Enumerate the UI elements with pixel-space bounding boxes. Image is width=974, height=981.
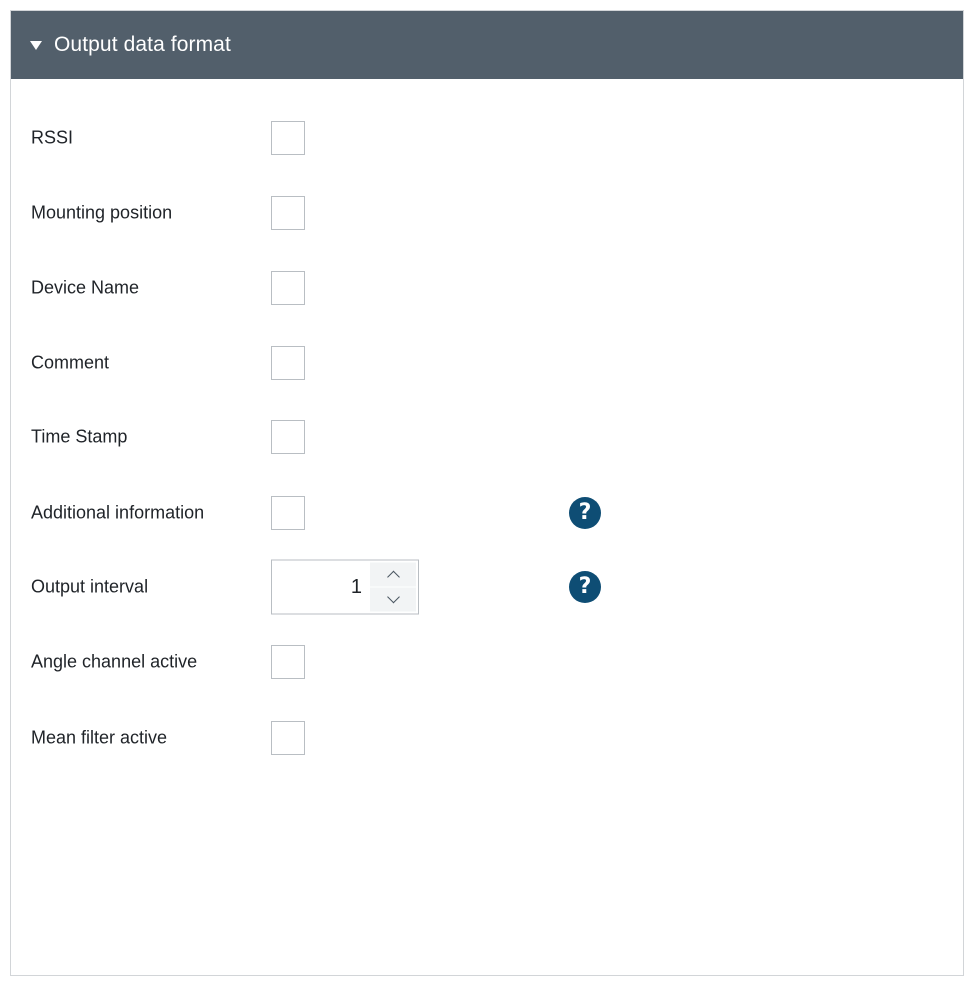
rssi-checkbox[interactable]	[271, 121, 305, 155]
time-stamp-row: Time Stamp	[11, 415, 963, 459]
angle-channel-active-row: Angle channel active	[11, 640, 963, 684]
additional-information-label: Additional information	[31, 502, 205, 523]
panel-title: Output data format	[54, 33, 231, 56]
chevron-down-icon	[386, 590, 400, 604]
mounting-position-label: Mounting position	[31, 202, 173, 223]
additional-information-checkbox[interactable]	[271, 496, 305, 530]
mean-filter-active-label: Mean filter active	[31, 727, 168, 748]
chevron-up-icon	[386, 570, 400, 584]
mounting-position-row: Mounting position	[11, 191, 963, 235]
output-interval-stepper[interactable]: 1	[271, 559, 419, 615]
angle-channel-active-checkbox[interactable]	[271, 645, 305, 679]
mounting-position-checkbox[interactable]	[271, 196, 305, 230]
decrement-button[interactable]	[370, 587, 416, 612]
rssi-label: RSSI	[31, 127, 74, 148]
mean-filter-active-checkbox[interactable]	[271, 721, 305, 755]
caret-down-icon[interactable]	[30, 41, 42, 50]
help-circle-icon[interactable]: ?	[569, 571, 601, 603]
output-interval-row: Output interval 1 ?	[11, 559, 963, 615]
comment-checkbox[interactable]	[271, 346, 305, 380]
device-name-label: Device Name	[31, 277, 140, 298]
rssi-row: RSSI	[11, 116, 963, 160]
comment-row: Comment	[11, 341, 963, 385]
angle-channel-active-label: Angle channel active	[31, 651, 198, 672]
help-circle-icon[interactable]: ?	[569, 497, 601, 529]
stepper-buttons	[370, 562, 416, 612]
increment-button[interactable]	[370, 562, 416, 587]
panel-header[interactable]: Output data format	[11, 11, 963, 79]
device-name-checkbox[interactable]	[271, 271, 305, 305]
output-interval-value[interactable]: 1	[351, 576, 362, 599]
mean-filter-active-row: Mean filter active	[11, 716, 963, 760]
additional-information-row: Additional information ?	[11, 491, 963, 535]
device-name-row: Device Name	[11, 266, 963, 310]
output-data-format-panel: Output data format RSSI Mounting positio…	[10, 10, 964, 976]
output-interval-label: Output interval	[31, 576, 149, 597]
time-stamp-checkbox[interactable]	[271, 420, 305, 454]
time-stamp-label: Time Stamp	[31, 426, 128, 447]
comment-label: Comment	[31, 352, 110, 373]
